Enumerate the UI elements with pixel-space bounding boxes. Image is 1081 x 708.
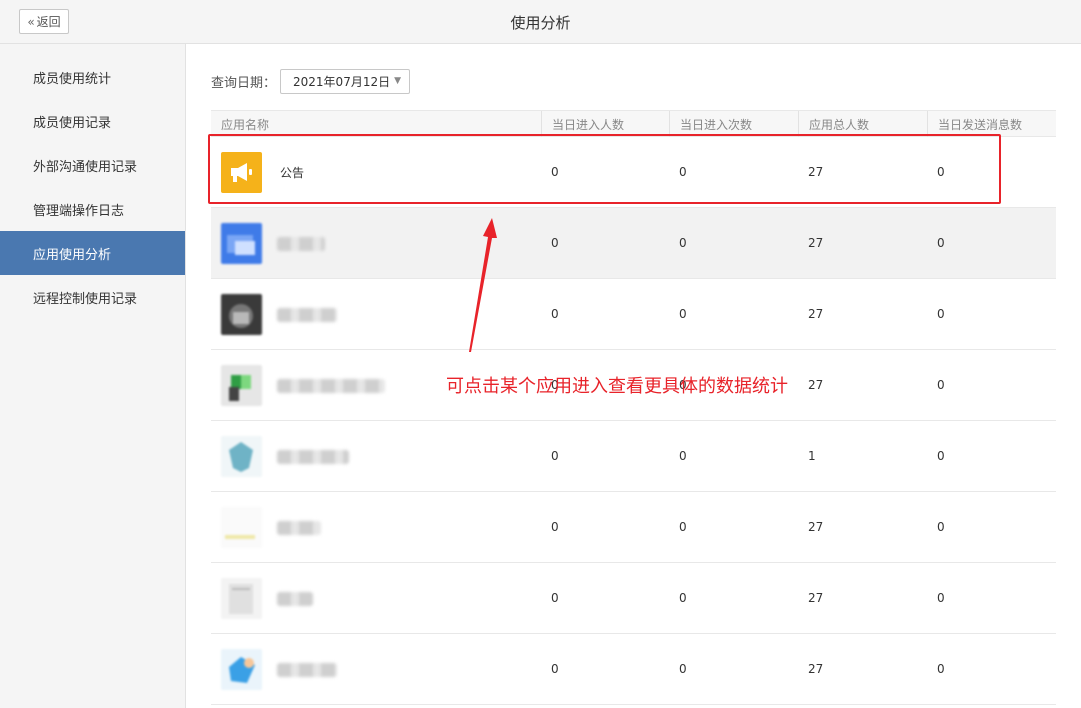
sidebar-item-member-usage-stats[interactable]: 成员使用统计	[0, 55, 185, 99]
table-row[interactable]: 0 0 1 0	[211, 421, 1056, 492]
cell-daily-users: 0	[551, 165, 559, 179]
column-header-daily-visits: 当日进入次数	[669, 111, 752, 137]
date-filter: 查询日期： 2021年07月12日 ▼	[211, 69, 411, 94]
sidebar-item-label: 远程控制使用记录	[33, 291, 138, 307]
cell-daily-messages: 0	[937, 307, 945, 321]
cell-daily-users: 0	[551, 662, 559, 676]
app-icon	[221, 507, 262, 548]
sidebar-item-label: 成员使用记录	[33, 115, 112, 131]
column-header-daily-users: 当日进入人数	[541, 111, 624, 137]
column-header-app-name: 应用名称	[221, 117, 270, 132]
app-name-redacted	[277, 308, 337, 322]
top-bar: « 返回 使用分析	[0, 0, 1081, 44]
cell-total-users: 1	[808, 449, 816, 463]
cell-daily-visits: 0	[679, 591, 687, 605]
app-name-redacted	[277, 379, 385, 393]
megaphone-icon	[221, 152, 262, 193]
app-icon	[221, 294, 262, 335]
cell-daily-users: 0	[551, 591, 559, 605]
cell-daily-messages: 0	[937, 449, 945, 463]
sidebar-item-app-usage-analysis[interactable]: 应用使用分析	[0, 231, 185, 275]
table-row[interactable]: 0 0 27 0	[211, 279, 1056, 350]
cell-total-users: 27	[808, 591, 824, 605]
column-header-daily-messages: 当日发送消息数	[927, 111, 1022, 137]
app-name-redacted	[277, 663, 337, 677]
cell-total-users: 27	[808, 520, 824, 534]
table-header: 应用名称 当日进入人数 当日进入次数 应用总人数 当日发送消息数	[211, 110, 1056, 137]
sidebar-item-label: 应用使用分析	[33, 247, 112, 263]
sidebar-item-external-communication[interactable]: 外部沟通使用记录	[0, 143, 185, 187]
cell-total-users: 27	[808, 236, 824, 250]
sidebar-item-label: 管理端操作日志	[33, 203, 125, 219]
app-usage-table: 应用名称 当日进入人数 当日进入次数 应用总人数 当日发送消息数 公告 0 0 …	[211, 110, 1056, 705]
cell-daily-users: 0	[551, 307, 559, 321]
cell-daily-users: 0	[551, 520, 559, 534]
caret-down-icon: ▼	[394, 76, 402, 86]
cell-total-users: 27	[808, 378, 824, 392]
table-row[interactable]: 0 0 27 0	[211, 563, 1056, 634]
cell-daily-visits: 0	[679, 307, 687, 321]
app-icon	[221, 223, 262, 264]
app-icon	[221, 365, 262, 406]
cell-daily-messages: 0	[937, 591, 945, 605]
app-icon	[221, 649, 262, 690]
app-name-redacted	[277, 592, 313, 606]
table-row[interactable]: 公告 0 0 27 0	[211, 137, 1056, 208]
cell-daily-users: 0	[551, 236, 559, 250]
table-row[interactable]: 0 0 27 0	[211, 634, 1056, 705]
cell-daily-messages: 0	[937, 378, 945, 392]
app-name-redacted	[277, 521, 321, 535]
sidebar-item-label: 外部沟通使用记录	[33, 159, 138, 175]
cell-daily-visits: 0	[679, 520, 687, 534]
cell-daily-visits: 0	[679, 236, 687, 250]
table-row[interactable]: 0 0 27 0	[211, 208, 1056, 279]
page-title: 使用分析	[510, 14, 571, 32]
sidebar: 成员使用统计 成员使用记录 外部沟通使用记录 管理端操作日志 应用使用分析 远程…	[0, 44, 186, 708]
app-icon	[221, 578, 262, 619]
cell-daily-visits: 0	[679, 165, 687, 179]
cell-total-users: 27	[808, 165, 824, 179]
annotation-text: 可点击某个应用进入查看更具体的数据统计	[446, 376, 788, 397]
cell-daily-messages: 0	[937, 236, 945, 250]
cell-daily-messages: 0	[937, 165, 945, 179]
app-icon	[221, 436, 262, 477]
cell-total-users: 27	[808, 662, 824, 676]
column-header-total-users: 应用总人数	[798, 111, 869, 137]
sidebar-item-admin-operation-log[interactable]: 管理端操作日志	[0, 187, 185, 231]
cell-daily-visits: 0	[679, 662, 687, 676]
table-row[interactable]: 0 0 27 0	[211, 492, 1056, 563]
cell-daily-messages: 0	[937, 662, 945, 676]
app-name-redacted	[277, 237, 325, 251]
sidebar-item-label: 成员使用统计	[33, 71, 112, 87]
date-select[interactable]: 2021年07月12日 ▼	[280, 69, 411, 94]
app-name: 公告	[280, 165, 305, 180]
sidebar-item-remote-control-records[interactable]: 远程控制使用记录	[0, 275, 185, 319]
cell-daily-visits: 0	[679, 449, 687, 463]
app-name-redacted	[277, 450, 349, 464]
cell-total-users: 27	[808, 307, 824, 321]
cell-daily-users: 0	[551, 449, 559, 463]
date-value: 2021年07月12日	[293, 75, 391, 89]
date-label: 查询日期：	[211, 76, 277, 91]
cell-daily-messages: 0	[937, 520, 945, 534]
sidebar-item-member-usage-records[interactable]: 成员使用记录	[0, 99, 185, 143]
